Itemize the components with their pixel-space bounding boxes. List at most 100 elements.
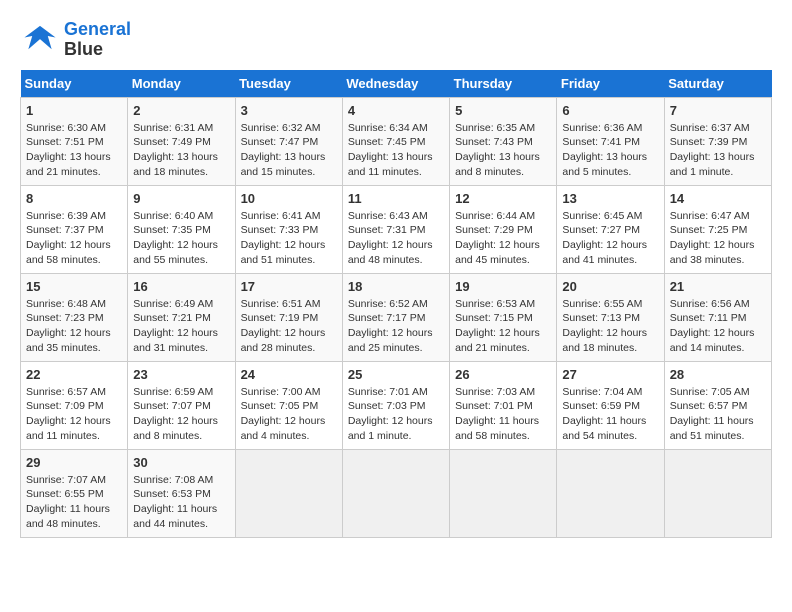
sunset: Sunset: 6:55 PM [26, 487, 122, 502]
daylight: Daylight: 12 hours and 1 minute. [348, 414, 444, 443]
calendar-cell: 8Sunrise: 6:39 AMSunset: 7:37 PMDaylight… [21, 185, 128, 273]
calendar-cell: 27Sunrise: 7:04 AMSunset: 6:59 PMDayligh… [557, 361, 664, 449]
daylight: Daylight: 11 hours and 58 minutes. [455, 414, 551, 443]
daylight: Daylight: 12 hours and 21 minutes. [455, 326, 551, 355]
calendar-cell: 1Sunrise: 6:30 AMSunset: 7:51 PMDaylight… [21, 97, 128, 185]
day-number: 17 [241, 278, 337, 296]
sunset: Sunset: 7:49 PM [133, 135, 229, 150]
sunset: Sunset: 6:57 PM [670, 399, 766, 414]
daylight: Daylight: 13 hours and 1 minute. [670, 150, 766, 179]
day-number: 14 [670, 190, 766, 208]
day-number: 2 [133, 102, 229, 120]
daylight: Daylight: 12 hours and 51 minutes. [241, 238, 337, 267]
daylight: Daylight: 13 hours and 5 minutes. [562, 150, 658, 179]
sunrise: Sunrise: 6:30 AM [26, 121, 122, 136]
sunset: Sunset: 7:31 PM [348, 223, 444, 238]
sunrise: Sunrise: 7:03 AM [455, 385, 551, 400]
sunrise: Sunrise: 6:37 AM [670, 121, 766, 136]
sunrise: Sunrise: 7:07 AM [26, 473, 122, 488]
sunrise: Sunrise: 7:01 AM [348, 385, 444, 400]
sunrise: Sunrise: 6:59 AM [133, 385, 229, 400]
sunrise: Sunrise: 6:45 AM [562, 209, 658, 224]
calendar-cell: 16Sunrise: 6:49 AMSunset: 7:21 PMDayligh… [128, 273, 235, 361]
logo: General Blue [20, 20, 131, 60]
sunset: Sunset: 7:05 PM [241, 399, 337, 414]
sunset: Sunset: 6:59 PM [562, 399, 658, 414]
day-header: Friday [557, 70, 664, 98]
sunset: Sunset: 7:09 PM [26, 399, 122, 414]
daylight: Daylight: 13 hours and 15 minutes. [241, 150, 337, 179]
calendar-cell: 14Sunrise: 6:47 AMSunset: 7:25 PMDayligh… [664, 185, 771, 273]
sunrise: Sunrise: 7:05 AM [670, 385, 766, 400]
daylight: Daylight: 11 hours and 44 minutes. [133, 502, 229, 531]
daylight: Daylight: 13 hours and 8 minutes. [455, 150, 551, 179]
day-header: Wednesday [342, 70, 449, 98]
calendar-cell: 2Sunrise: 6:31 AMSunset: 7:49 PMDaylight… [128, 97, 235, 185]
calendar-cell [664, 449, 771, 537]
daylight: Daylight: 11 hours and 54 minutes. [562, 414, 658, 443]
day-number: 22 [26, 366, 122, 384]
daylight: Daylight: 13 hours and 18 minutes. [133, 150, 229, 179]
calendar-cell: 9Sunrise: 6:40 AMSunset: 7:35 PMDaylight… [128, 185, 235, 273]
sunset: Sunset: 7:11 PM [670, 311, 766, 326]
sunrise: Sunrise: 6:53 AM [455, 297, 551, 312]
sunset: Sunset: 7:25 PM [670, 223, 766, 238]
calendar-cell: 20Sunrise: 6:55 AMSunset: 7:13 PMDayligh… [557, 273, 664, 361]
daylight: Daylight: 11 hours and 51 minutes. [670, 414, 766, 443]
calendar-cell: 10Sunrise: 6:41 AMSunset: 7:33 PMDayligh… [235, 185, 342, 273]
day-number: 18 [348, 278, 444, 296]
sunset: Sunset: 7:45 PM [348, 135, 444, 150]
day-number: 8 [26, 190, 122, 208]
daylight: Daylight: 12 hours and 35 minutes. [26, 326, 122, 355]
sunrise: Sunrise: 6:43 AM [348, 209, 444, 224]
sunset: Sunset: 7:19 PM [241, 311, 337, 326]
sunset: Sunset: 7:13 PM [562, 311, 658, 326]
daylight: Daylight: 13 hours and 21 minutes. [26, 150, 122, 179]
day-number: 21 [670, 278, 766, 296]
sunrise: Sunrise: 6:44 AM [455, 209, 551, 224]
sunset: Sunset: 7:07 PM [133, 399, 229, 414]
sunrise: Sunrise: 6:31 AM [133, 121, 229, 136]
sunset: Sunset: 7:35 PM [133, 223, 229, 238]
sunset: Sunset: 7:51 PM [26, 135, 122, 150]
sunrise: Sunrise: 6:40 AM [133, 209, 229, 224]
daylight: Daylight: 12 hours and 14 minutes. [670, 326, 766, 355]
day-number: 11 [348, 190, 444, 208]
calendar-cell: 12Sunrise: 6:44 AMSunset: 7:29 PMDayligh… [450, 185, 557, 273]
day-number: 13 [562, 190, 658, 208]
day-number: 5 [455, 102, 551, 120]
sunrise: Sunrise: 6:55 AM [562, 297, 658, 312]
calendar-cell [342, 449, 449, 537]
sunset: Sunset: 7:21 PM [133, 311, 229, 326]
sunset: Sunset: 7:15 PM [455, 311, 551, 326]
sunrise: Sunrise: 6:34 AM [348, 121, 444, 136]
calendar-cell: 3Sunrise: 6:32 AMSunset: 7:47 PMDaylight… [235, 97, 342, 185]
sunset: Sunset: 7:27 PM [562, 223, 658, 238]
calendar-cell: 19Sunrise: 6:53 AMSunset: 7:15 PMDayligh… [450, 273, 557, 361]
day-number: 25 [348, 366, 444, 384]
sunrise: Sunrise: 6:47 AM [670, 209, 766, 224]
sunset: Sunset: 6:53 PM [133, 487, 229, 502]
sunrise: Sunrise: 6:52 AM [348, 297, 444, 312]
day-number: 3 [241, 102, 337, 120]
calendar-cell: 29Sunrise: 7:07 AMSunset: 6:55 PMDayligh… [21, 449, 128, 537]
sunrise: Sunrise: 6:32 AM [241, 121, 337, 136]
day-number: 28 [670, 366, 766, 384]
sunrise: Sunrise: 6:36 AM [562, 121, 658, 136]
daylight: Daylight: 12 hours and 4 minutes. [241, 414, 337, 443]
calendar-cell: 21Sunrise: 6:56 AMSunset: 7:11 PMDayligh… [664, 273, 771, 361]
sunrise: Sunrise: 6:35 AM [455, 121, 551, 136]
daylight: Daylight: 12 hours and 45 minutes. [455, 238, 551, 267]
day-number: 29 [26, 454, 122, 472]
calendar-cell: 30Sunrise: 7:08 AMSunset: 6:53 PMDayligh… [128, 449, 235, 537]
day-number: 27 [562, 366, 658, 384]
sunrise: Sunrise: 6:39 AM [26, 209, 122, 224]
calendar-cell: 18Sunrise: 6:52 AMSunset: 7:17 PMDayligh… [342, 273, 449, 361]
day-number: 12 [455, 190, 551, 208]
sunset: Sunset: 7:47 PM [241, 135, 337, 150]
daylight: Daylight: 12 hours and 11 minutes. [26, 414, 122, 443]
calendar-cell: 24Sunrise: 7:00 AMSunset: 7:05 PMDayligh… [235, 361, 342, 449]
logo-icon [20, 22, 60, 57]
calendar-cell [557, 449, 664, 537]
sunset: Sunset: 7:41 PM [562, 135, 658, 150]
